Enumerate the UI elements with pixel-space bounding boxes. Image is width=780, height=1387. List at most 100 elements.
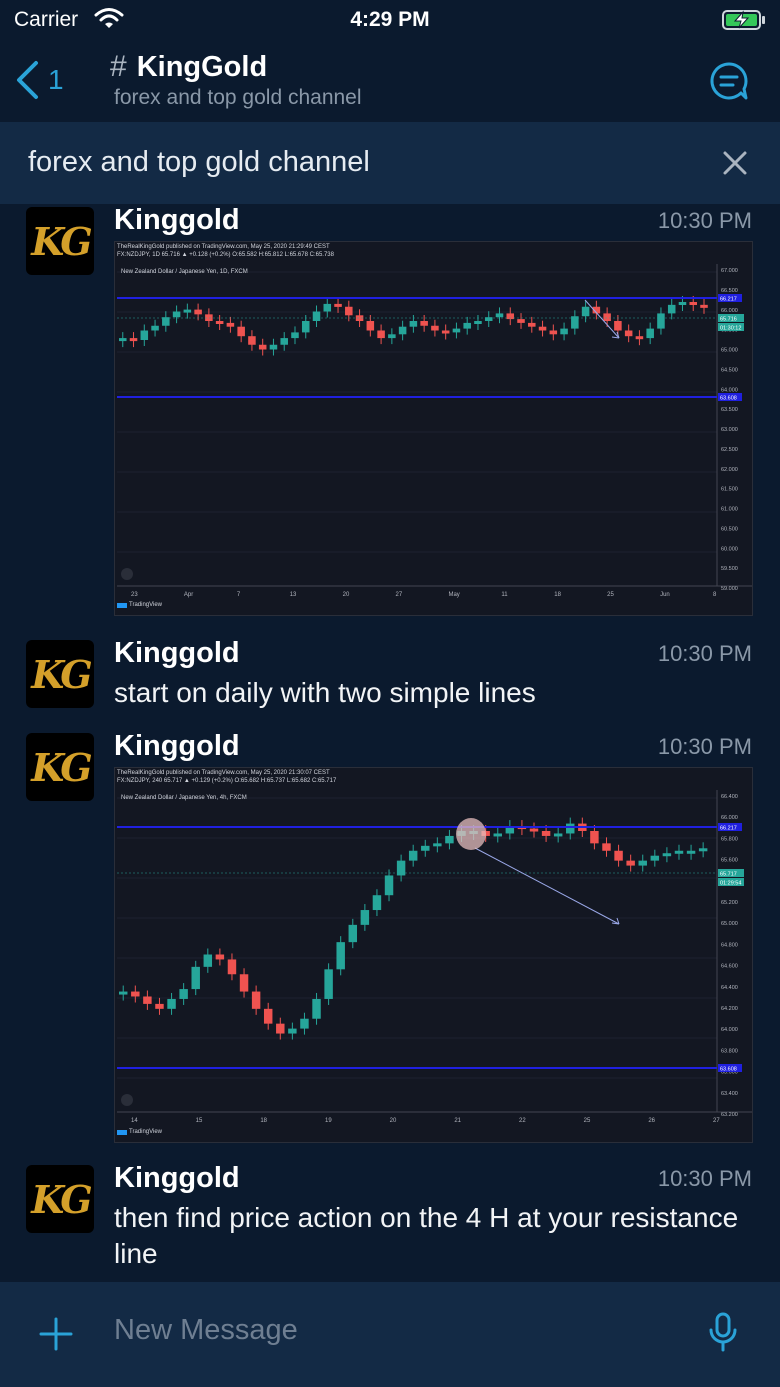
message[interactable]: KG Kinggold 10:30 PM start on daily with… <box>0 637 780 717</box>
tradingview-logo: TradingView <box>129 1129 163 1135</box>
candle <box>408 850 418 861</box>
candle <box>288 1028 297 1034</box>
candle <box>312 311 321 321</box>
candle <box>301 321 310 333</box>
y-tick-label: 63.200 <box>721 1112 738 1118</box>
thread-icon[interactable] <box>708 60 750 102</box>
price-label: 65.717 <box>720 872 737 878</box>
y-tick-label: 59.000 <box>721 586 738 592</box>
candle <box>239 974 249 992</box>
chart-canvas: 66.40066.00065.80065.60065.40065.20065.0… <box>117 790 752 1135</box>
candle <box>614 850 623 861</box>
x-tick-label: 27 <box>713 1118 720 1124</box>
candle <box>445 835 454 844</box>
message-text: then find price action on the 4 H at you… <box>114 1202 739 1269</box>
message-author[interactable]: Kinggold <box>114 1162 240 1195</box>
y-tick-label: 66.400 <box>721 794 738 800</box>
candle <box>203 954 213 967</box>
candle <box>409 321 418 327</box>
banner-text: forex and top gold channel <box>28 146 370 178</box>
candle <box>119 338 127 342</box>
candle <box>603 313 611 321</box>
candle <box>624 330 633 337</box>
x-tick-label: May <box>448 592 459 598</box>
x-tick-label: 21 <box>454 1118 461 1124</box>
candle <box>441 330 450 334</box>
price-label: 01:29:54 <box>720 881 741 887</box>
candle <box>431 325 439 331</box>
message-list[interactable]: KG Kinggold 10:30 PM 67.000 66.500 66.000 6… <box>0 204 780 1282</box>
candle <box>179 989 188 999</box>
candle <box>590 831 599 844</box>
x-tick-label: 11 <box>501 592 508 598</box>
message[interactable]: KG Kinggold 10:30 PM 67.000 66.500 66.000 6… <box>0 204 780 624</box>
back-button[interactable]: 1 <box>14 58 84 102</box>
message[interactable]: KG Kinggold 10:30 PM then find price act… <box>0 1162 780 1282</box>
candle <box>215 321 224 324</box>
message-author[interactable]: Kinggold <box>114 730 240 763</box>
y-tick-label: 61.000 <box>721 507 738 513</box>
message-author[interactable]: Kinggold <box>114 204 240 237</box>
avatar[interactable]: KG <box>26 207 94 275</box>
y-tick-label: 62.500 <box>721 447 738 453</box>
avatar[interactable]: KG <box>26 1165 94 1233</box>
avatar[interactable]: KG <box>26 733 94 801</box>
candle <box>167 998 176 1009</box>
y-tick-label: 63.400 <box>721 1091 738 1097</box>
y-tick-label: 65.000 <box>721 348 738 354</box>
candle <box>421 845 430 851</box>
nav-bar: 1 # KingGold forex and top gold channel <box>0 40 780 122</box>
hash-icon: # <box>110 50 127 83</box>
y-tick-label: 64.000 <box>721 387 738 393</box>
y-tick-label: 64.600 <box>721 964 738 970</box>
plus-icon[interactable] <box>38 1316 74 1352</box>
message-time: 10:30 PM <box>657 734 752 759</box>
candle <box>291 332 299 339</box>
candle <box>678 302 687 305</box>
status-bar: Carrier 4:29 PM <box>0 0 780 40</box>
chart-image[interactable]: 66.40066.00065.80065.60065.40065.20065.0… <box>114 767 753 1143</box>
x-tick-label: 18 <box>260 1118 267 1124</box>
candle <box>614 321 622 331</box>
x-tick-label: 18 <box>554 592 561 598</box>
candle <box>566 823 575 834</box>
candle <box>226 322 235 327</box>
candle <box>493 833 502 837</box>
cloud-icon <box>121 1094 133 1106</box>
candle <box>700 304 708 308</box>
avatar[interactable]: KG <box>26 640 94 708</box>
candle <box>638 860 647 866</box>
tradingview-icon <box>117 1130 127 1135</box>
x-tick-label: 20 <box>343 592 350 598</box>
candle <box>560 328 568 335</box>
candle <box>667 304 676 314</box>
candle <box>334 303 342 307</box>
x-tick-label: 26 <box>648 1118 655 1124</box>
highlight-circle <box>456 818 486 850</box>
y-tick-label: 63.000 <box>721 427 738 433</box>
message[interactable]: KG Kinggold 10:30 PM 66.400 66.000 65.800 6… <box>0 730 780 1150</box>
candle <box>194 309 202 315</box>
y-tick-label: 60.000 <box>721 546 738 552</box>
message-author[interactable]: Kinggold <box>114 637 240 670</box>
close-icon[interactable] <box>720 148 750 178</box>
avatar-logo: KG <box>31 218 93 264</box>
mic-icon[interactable] <box>708 1312 738 1352</box>
avatar-logo: KG <box>31 1176 93 1222</box>
y-tick-label: 65.800 <box>721 836 738 842</box>
candle <box>348 924 358 943</box>
message-input[interactable]: New Message <box>114 1314 298 1347</box>
x-tick-label: 25 <box>584 1118 591 1124</box>
candle <box>263 1008 273 1024</box>
chart-image[interactable]: 67.00066.50066.00065.50065.00064.50064.0… <box>114 241 753 616</box>
candle <box>237 326 245 337</box>
candle <box>131 991 140 997</box>
x-tick-label: 22 <box>519 1118 526 1124</box>
x-tick-label: 25 <box>607 592 614 598</box>
status-time: 4:29 PM <box>350 8 430 31</box>
candle <box>420 321 428 326</box>
message-time: 10:30 PM <box>657 1166 752 1191</box>
y-tick-label: 59.500 <box>721 566 738 572</box>
channel-title[interactable]: # KingGold <box>110 50 267 84</box>
y-tick-label: 67.000 <box>721 268 738 274</box>
